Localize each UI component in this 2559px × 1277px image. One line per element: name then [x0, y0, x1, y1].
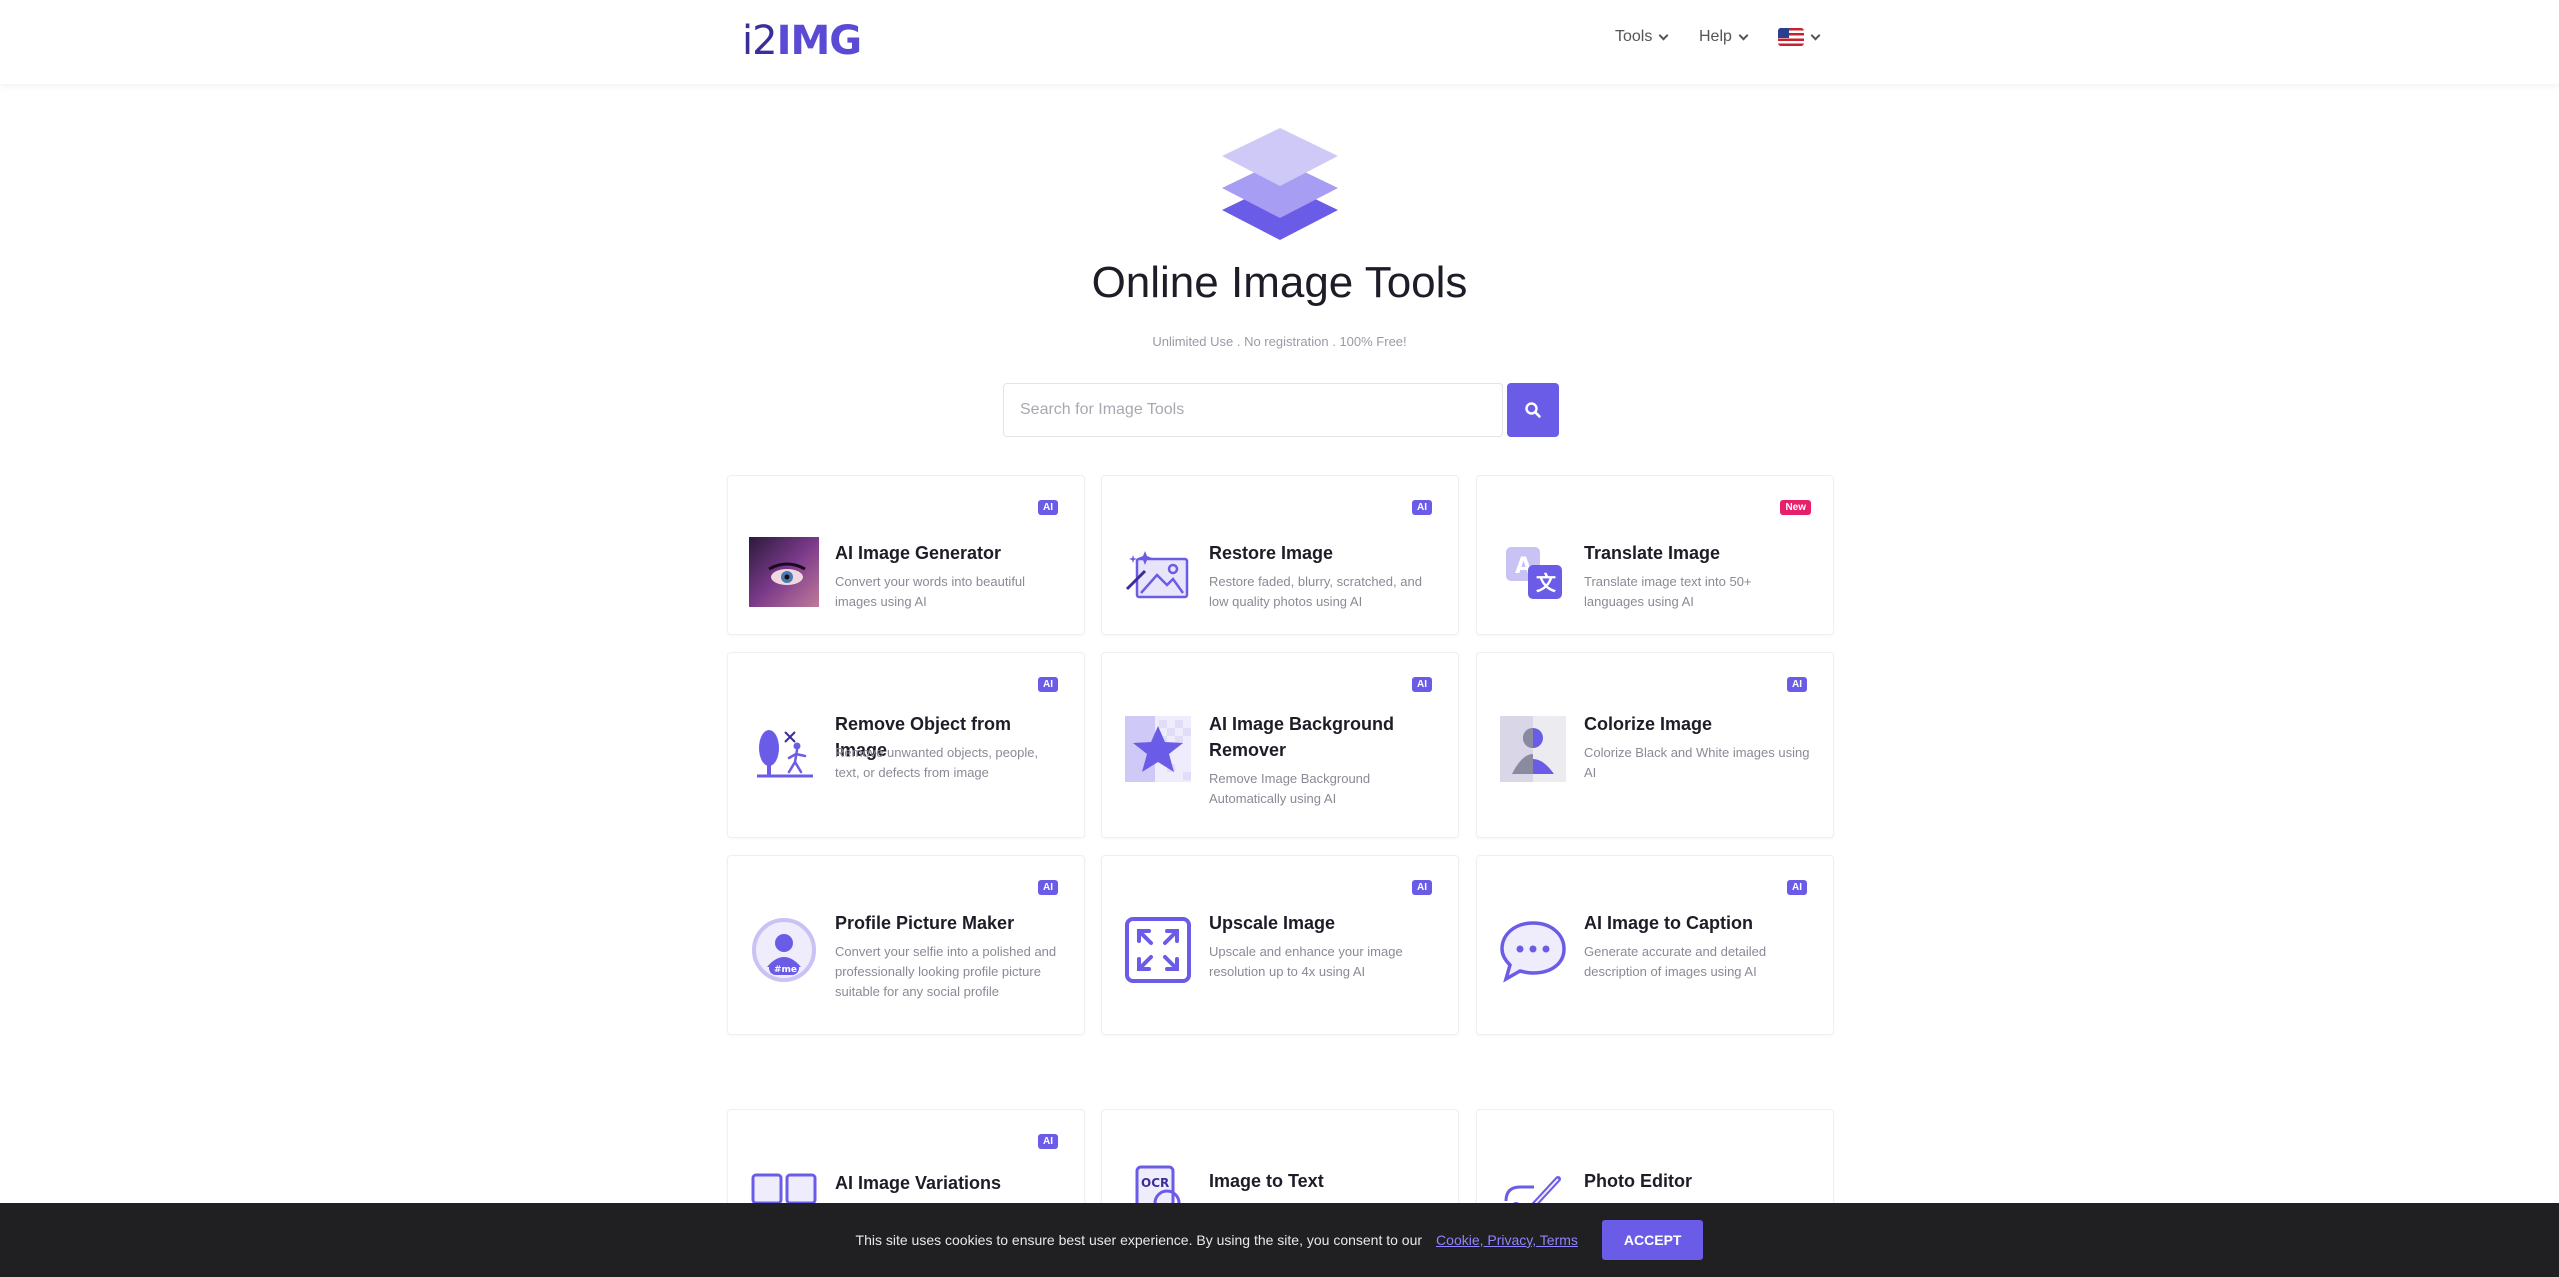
- chevron-down-icon: [1658, 30, 1669, 40]
- tool-card-upscale-image[interactable]: AI Upscale Image Upscale and enhance you…: [1101, 855, 1459, 1035]
- nav-tools[interactable]: Tools: [1615, 28, 1669, 46]
- expand-arrows-icon: [1122, 914, 1194, 986]
- tool-card-image-to-caption[interactable]: AI AI Image to Caption Generate accurate…: [1476, 855, 1834, 1035]
- new-badge: New: [1780, 500, 1811, 515]
- profile-picture-icon: #me: [748, 914, 820, 986]
- tool-card-restore-image[interactable]: AI Restore Image Restore faded, blurry, …: [1101, 475, 1459, 635]
- logo[interactable]: i2IMG: [742, 18, 862, 64]
- search-input[interactable]: [1003, 383, 1503, 437]
- ai-badge: AI: [1038, 880, 1058, 895]
- ai-badge: AI: [1412, 880, 1432, 895]
- tool-name: AI Image Generator: [835, 543, 1002, 563]
- tool-desc: Remove Image Background Automatically us…: [1209, 771, 1371, 806]
- tool-name: Colorize Image: [1584, 714, 1713, 734]
- ai-portrait-icon: [748, 536, 820, 608]
- tool-name: Image to Text: [1209, 1171, 1324, 1191]
- svg-text:OCR: OCR: [1141, 1176, 1169, 1190]
- nav-help[interactable]: Help: [1699, 28, 1749, 46]
- tool-name: AI Image Background Remover: [1209, 714, 1395, 760]
- tool-desc: Upscale and enhance your image resolutio…: [1209, 944, 1403, 979]
- tool-desc: Translate image text into 50+ languages …: [1584, 574, 1752, 609]
- tool-name: AI Image Variations: [835, 1173, 1002, 1193]
- tool-name: Restore Image: [1209, 543, 1334, 563]
- tool-name: Translate Image: [1584, 543, 1721, 563]
- person-colorize-icon: [1497, 713, 1569, 785]
- magic-wand-image-icon: [1122, 536, 1194, 608]
- page-subtitle: Unlimited Use . No registration . 100% F…: [1152, 334, 1407, 349]
- tool-desc: Convert your selfie into a polished and …: [835, 944, 1057, 999]
- language-selector[interactable]: [1778, 28, 1821, 46]
- svg-text:文: 文: [1536, 571, 1557, 595]
- ai-badge: AI: [1038, 677, 1058, 692]
- tool-desc: Generate accurate and detailed descripti…: [1584, 944, 1767, 979]
- cookie-banner: This site uses cookies to ensure best us…: [0, 1203, 2559, 1277]
- accept-cookies-button[interactable]: ACCEPT: [1601, 1220, 1704, 1260]
- chevron-down-icon: [1810, 30, 1821, 40]
- cookie-policy-links[interactable]: Cookie, Privacy, Terms: [1436, 1232, 1578, 1248]
- us-flag-icon: [1778, 28, 1804, 46]
- tool-name: AI Image to Caption: [1584, 913, 1754, 933]
- tool-card-background-remover[interactable]: AI AI Image Background Remover Remove Im…: [1101, 652, 1459, 838]
- page-title: Online Image Tools: [1091, 258, 1468, 307]
- search-button[interactable]: [1507, 383, 1559, 437]
- tool-desc: Colorize Black and White images using AI: [1584, 745, 1810, 780]
- tool-card-remove-object[interactable]: AI Remove Object from Image Remove unwan…: [727, 652, 1085, 838]
- site-header: i2IMG Tools Help: [0, 0, 2559, 84]
- tool-name: Photo Editor: [1584, 1171, 1692, 1191]
- ai-badge: AI: [1412, 677, 1432, 692]
- star-background-icon: [1122, 713, 1194, 785]
- ai-badge: AI: [1412, 500, 1432, 515]
- tool-desc: Remove unwanted objects, people, text, o…: [835, 745, 1039, 780]
- tool-desc: Convert your words into beautiful images…: [835, 574, 1026, 609]
- tool-desc: Restore faded, blurry, scratched, and lo…: [1209, 574, 1422, 609]
- cookie-text: This site uses cookies to ensure best us…: [855, 1232, 1423, 1248]
- search-icon: [1525, 402, 1541, 418]
- chevron-down-icon: [1738, 30, 1749, 40]
- translate-icon: A 文: [1497, 536, 1569, 608]
- tool-card-translate-image[interactable]: New A 文 Translate Image Translate image …: [1476, 475, 1834, 635]
- ai-badge: AI: [1787, 880, 1807, 895]
- ai-badge: AI: [1038, 500, 1058, 515]
- tool-name: Profile Picture Maker: [835, 913, 1015, 933]
- svg-text:#me: #me: [774, 965, 797, 975]
- tool-card-profile-picture-maker[interactable]: AI #me Profile Picture Maker Convert you…: [727, 855, 1085, 1035]
- tool-name: Upscale Image: [1209, 913, 1336, 933]
- ai-badge: AI: [1038, 1134, 1058, 1149]
- ai-badge: AI: [1787, 677, 1807, 692]
- speech-bubble-icon: [1497, 914, 1569, 986]
- tool-card-ai-image-generator[interactable]: AI AI Image Generator Convert your words…: [727, 475, 1085, 635]
- remove-object-icon: [748, 713, 820, 785]
- tool-card-colorize-image[interactable]: AI Colorize Image Colorize Black and Whi…: [1476, 652, 1834, 838]
- layers-icon: [1222, 128, 1338, 240]
